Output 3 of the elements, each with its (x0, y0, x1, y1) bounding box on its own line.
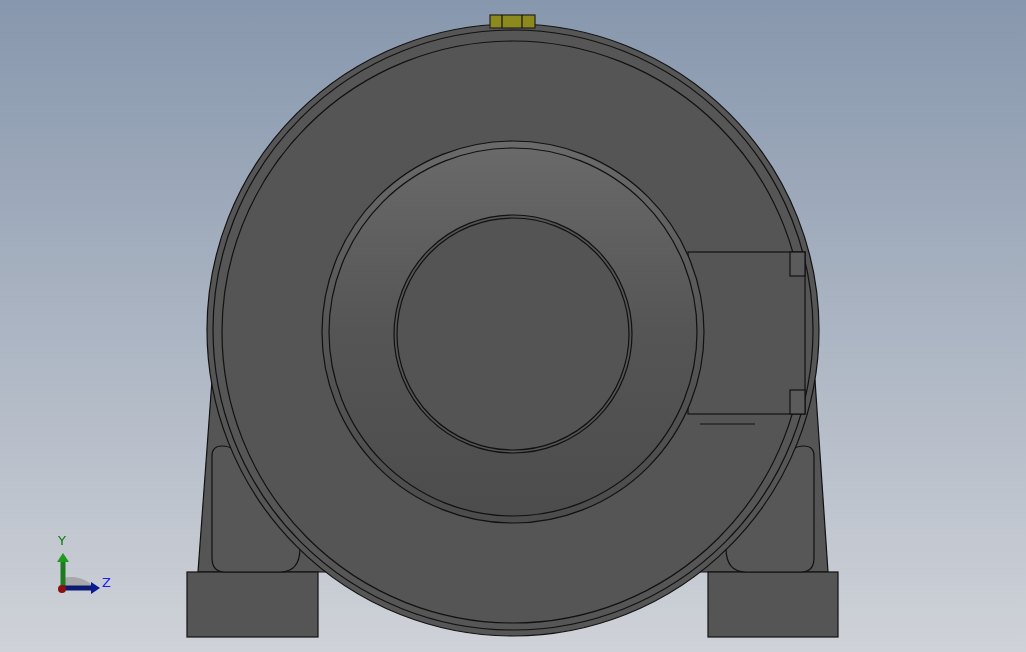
z-axis-label: Z (102, 575, 111, 590)
y-axis-label: Y (58, 533, 66, 548)
coordinate-axes-icon (57, 553, 100, 594)
